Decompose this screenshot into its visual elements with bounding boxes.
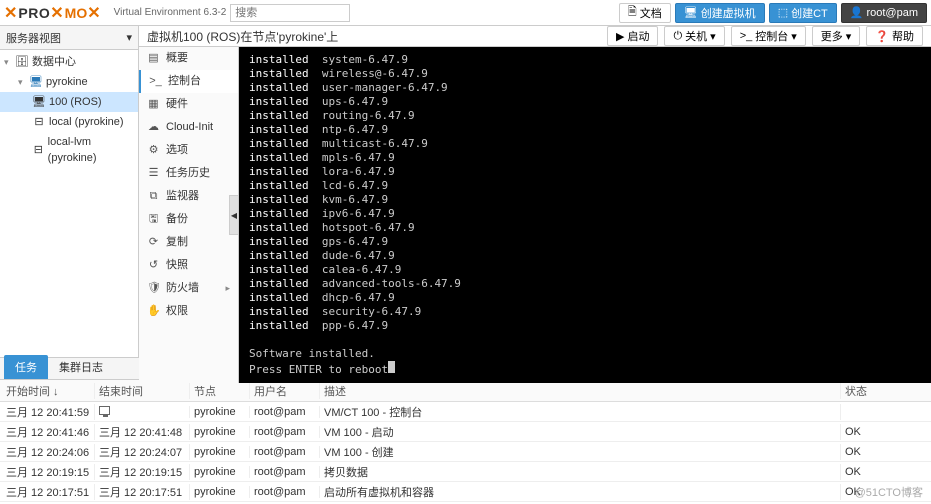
help-button[interactable]: ❓帮助: [866, 26, 923, 46]
monitor-icon: 🖥: [684, 6, 698, 19]
play-icon: ▶: [616, 30, 624, 43]
console-button[interactable]: >_控制台 ▾: [731, 26, 806, 46]
task-row[interactable]: 三月 12 20:19:15三月 12 20:19:15pyrokineroot…: [0, 462, 931, 482]
tree-storage-local[interactable]: ⊟local (pyrokine): [0, 112, 138, 132]
tab-snapshot[interactable]: ↺快照: [139, 254, 238, 277]
chevron-right-icon: ▸: [225, 281, 230, 296]
user-icon: 👤: [850, 6, 864, 19]
logo-x-icon-3: ✕: [87, 3, 100, 23]
running-icon: [99, 406, 110, 415]
list-icon: ☰: [147, 166, 160, 181]
vm-console[interactable]: installed system-6.47.9 installed wirele…: [239, 47, 931, 383]
watermark-text: @51CTO博客: [855, 484, 923, 500]
view-label: 服务器视图: [6, 30, 61, 46]
logo-x-icon-2: ✕: [50, 3, 63, 23]
tab-hardware[interactable]: ▦硬件: [139, 93, 238, 116]
terminal-icon: >_: [149, 74, 162, 89]
tab-console[interactable]: >_控制台: [139, 70, 238, 93]
tab-task-history[interactable]: ☰任务历史: [139, 162, 238, 185]
tab-cloudinit[interactable]: ☁Cloud-Init: [139, 116, 238, 139]
disk-icon: ⊟: [32, 143, 45, 157]
tab-monitor[interactable]: ⧉监视器: [139, 185, 238, 208]
history-icon: ↺: [147, 258, 160, 273]
datacenter-icon: 🗄: [15, 55, 29, 69]
vm-side-tabs: ▤概要 >_控制台 ▦硬件 ☁Cloud-Init ⚙选项 ☰任务历史 ⧉监视器…: [139, 47, 239, 383]
disk-icon: ⊟: [32, 115, 46, 129]
power-icon: ⏻: [673, 30, 682, 43]
create-ct-button[interactable]: ⬚创建CT: [769, 3, 837, 23]
proxmox-logo: ✕ PRO ✕ MO ✕: [4, 3, 102, 23]
doc-icon: 🗎: [628, 3, 637, 22]
more-button[interactable]: 更多 ▾: [812, 26, 861, 46]
hand-icon: ✋: [147, 304, 160, 319]
tab-cluster-log[interactable]: 集群日志: [48, 355, 114, 379]
note-icon: ▤: [147, 51, 160, 66]
breadcrumb-bar: 虚拟机100 (ROS)在节点'pyrokine'上 ▶启动 ⏻关机 ▾ >_控…: [139, 26, 931, 47]
user-menu-button[interactable]: 👤root@pam: [841, 3, 927, 23]
cube-icon: ⬚: [778, 6, 788, 19]
chevron-down-icon: ▾: [846, 30, 852, 43]
tab-replication[interactable]: ⟳复制: [139, 231, 238, 254]
logo-text-1: PRO: [18, 5, 50, 21]
sync-icon: ⟳: [147, 235, 160, 250]
logo-x-icon: ✕: [4, 3, 17, 23]
search-input[interactable]: [230, 4, 350, 22]
help-icon: ❓: [875, 30, 889, 43]
task-row[interactable]: 三月 12 20:41:59pyrokineroot@pamVM/CT 100 …: [0, 402, 931, 422]
col-end-time[interactable]: 结束时间: [95, 383, 190, 399]
view-selector[interactable]: 服务器视图 ▾: [0, 26, 138, 50]
tab-summary[interactable]: ▤概要: [139, 47, 238, 70]
col-status[interactable]: 状态: [841, 383, 931, 399]
logo-text-2: MO: [65, 5, 88, 21]
col-desc[interactable]: 描述: [320, 383, 841, 399]
tree-datacenter[interactable]: ▾🗄数据中心: [0, 52, 138, 72]
task-log-header: 开始时间 ↓ 结束时间 节点 用户名 描述 状态: [0, 380, 931, 402]
col-node[interactable]: 节点: [190, 383, 250, 399]
start-button[interactable]: ▶启动: [607, 26, 658, 46]
chevron-down-icon: ▾: [710, 30, 716, 43]
documentation-button[interactable]: 🗎文档: [619, 3, 671, 23]
task-row[interactable]: 三月 12 20:17:51三月 12 20:17:51pyrokineroot…: [0, 482, 931, 502]
tree-storage-local-lvm[interactable]: ⊟local-lvm (pyrokine): [0, 132, 138, 168]
breadcrumb-text: 虚拟机100 (ROS)在节点'pyrokine'上: [147, 28, 601, 45]
tree-vm-100[interactable]: 🖥100 (ROS): [0, 92, 138, 112]
header-bar: ✕ PRO ✕ MO ✕ Virtual Environment 6.3-2 🗎…: [0, 0, 931, 26]
shield-icon: 🛡: [147, 281, 160, 296]
monitor-icon: 🖥: [32, 95, 46, 109]
tab-backup[interactable]: 🖫备份: [139, 208, 238, 231]
create-vm-button[interactable]: 🖥创建虚拟机: [675, 3, 765, 23]
server-icon: 🖥: [29, 75, 43, 89]
terminal-icon: >_: [740, 30, 753, 42]
chevron-down-icon: ▾: [791, 30, 797, 43]
cloud-icon: ☁: [147, 120, 160, 135]
task-row[interactable]: 三月 12 20:24:06三月 12 20:24:07pyrokineroot…: [0, 442, 931, 462]
save-icon: 🖫: [147, 212, 160, 227]
chart-icon: ⧉: [147, 189, 160, 204]
gear-icon: ⚙: [147, 143, 160, 158]
tree-node-pyrokine[interactable]: ▾🖥pyrokine: [0, 72, 138, 92]
chevron-down-icon: ▾: [126, 31, 132, 44]
chip-icon: ▦: [147, 97, 160, 112]
resource-tree-panel: 服务器视图 ▾ ▾🗄数据中心 ▾🖥pyrokine 🖥100 (ROS) ⊟lo…: [0, 26, 139, 357]
version-label: Virtual Environment 6.3-2: [114, 7, 227, 18]
tab-tasks[interactable]: 任务: [4, 355, 48, 379]
resource-tree: ▾🗄数据中心 ▾🖥pyrokine 🖥100 (ROS) ⊟local (pyr…: [0, 50, 138, 357]
tab-permissions[interactable]: ✋权限: [139, 300, 238, 323]
col-start-time[interactable]: 开始时间 ↓: [0, 383, 95, 399]
tab-options[interactable]: ⚙选项: [139, 139, 238, 162]
tab-firewall[interactable]: 🛡防火墙 ▸: [139, 277, 238, 300]
col-user[interactable]: 用户名: [250, 383, 320, 399]
shutdown-button[interactable]: ⏻关机 ▾: [664, 26, 724, 46]
collapse-sidebar-button[interactable]: ◀: [229, 195, 239, 235]
task-row[interactable]: 三月 12 20:41:46三月 12 20:41:48pyrokineroot…: [0, 422, 931, 442]
